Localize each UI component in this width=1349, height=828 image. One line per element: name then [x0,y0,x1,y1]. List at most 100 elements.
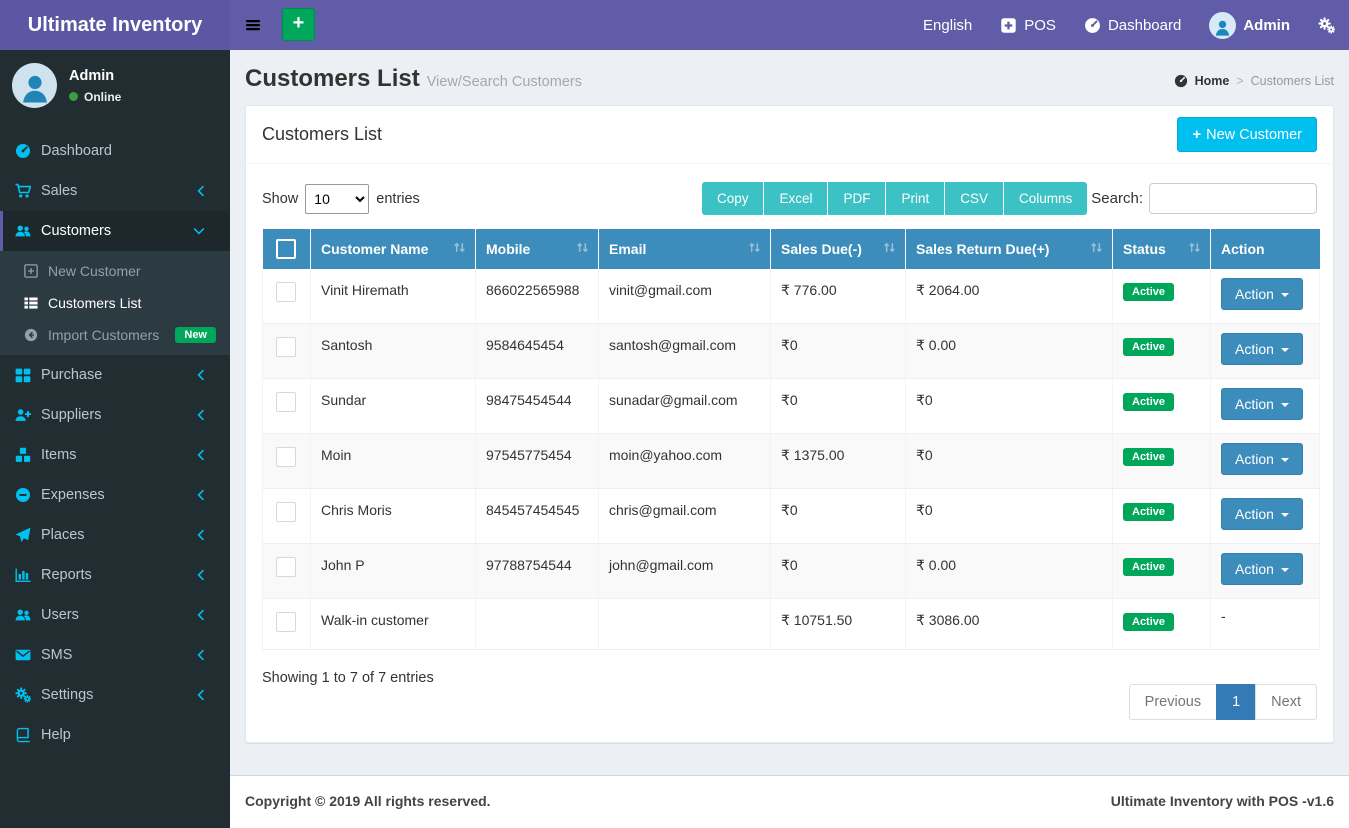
search-input[interactable] [1149,183,1317,214]
cell-customer-name: Sundar [310,378,476,434]
chevron-left-icon [197,649,205,661]
status-badge: Active [1123,393,1175,411]
sidebar-item-dashboard[interactable]: Dashboard [0,131,230,171]
sidebar-item-items[interactable]: Items [0,435,230,475]
action-dropdown-button[interactable]: Action [1221,443,1303,475]
cell-sales-return-due: ₹ 0.00 [905,543,1113,599]
nav-dashboard[interactable]: Dashboard [1070,0,1195,50]
row-checkbox[interactable] [276,392,296,412]
customers-submenu: New Customer Customers List Import Custo… [0,251,230,355]
online-dot-icon [69,92,78,101]
sort-icon [747,240,762,255]
col-mobile[interactable]: Mobile [475,229,599,269]
col-customer-name[interactable]: Customer Name [310,229,476,269]
user-name: Admin [69,67,115,84]
dashboard-gauge-icon [1084,17,1101,34]
chevron-left-icon [197,185,205,197]
select-all-checkbox[interactable] [275,239,296,259]
row-checkbox[interactable] [276,282,296,302]
cell-customer-name: John P [310,543,476,599]
search-label: Search: [1091,190,1143,207]
excel-button[interactable]: Excel [764,182,829,215]
sidebar-item-customers-list[interactable]: Customers List [0,287,230,319]
sidebar-toggle-button[interactable] [230,0,276,50]
avatar [12,63,57,108]
gears-icon [1318,17,1335,34]
table-info: Showing 1 to 7 of 7 entries [262,670,434,686]
row-checkbox[interactable] [276,447,296,467]
cell-sales-due: ₹0 [770,378,906,434]
sidebar-item-expenses[interactable]: Expenses [0,475,230,515]
action-dropdown-button[interactable]: Action [1221,498,1303,530]
sidebar-item-reports[interactable]: Reports [0,555,230,595]
cell-sales-return-due: ₹ 0.00 [905,323,1113,379]
page-subtitle: View/Search Customers [426,74,582,90]
sidebar-item-new-customer[interactable]: New Customer [0,255,230,287]
status-badge: Active [1123,448,1175,466]
col-email[interactable]: Email [598,229,771,269]
action-dropdown-button[interactable]: Action [1221,388,1303,420]
sidebar-item-customers[interactable]: Customers [0,211,230,251]
next-page-button[interactable]: Next [1255,684,1317,720]
sidebar-item-import-customers[interactable]: Import Customers New [0,319,230,351]
sidebar-item-help[interactable]: Help [0,715,230,755]
row-checkbox[interactable] [276,557,296,577]
col-sales-return-due[interactable]: Sales Return Due(+) [905,229,1113,269]
table-header-row: Customer Name Mobile Email Sales Due(-) … [262,229,1320,269]
sidebar-item-suppliers[interactable]: Suppliers [0,395,230,435]
table-row: John P 97788754544 john@gmail.com ₹0 ₹ 0… [262,543,1320,599]
chevron-left-icon [197,449,205,461]
arrow-circle-left-icon [24,328,38,342]
gears-icon [15,687,31,703]
cell-customer-name: Vinit Hiremath [310,269,476,324]
table-row: Santosh 9584645454 santosh@gmail.com ₹0 … [262,323,1320,379]
hamburger-icon [244,17,262,33]
nav-user-menu[interactable]: Admin [1195,0,1304,50]
row-checkbox[interactable] [276,612,296,632]
cell-mobile: 98475454544 [475,378,599,434]
paper-plane-icon [15,527,31,543]
page-length-select[interactable]: 10 [305,183,370,214]
page-1-button[interactable]: 1 [1216,684,1257,720]
plus-square-outline-icon [24,264,38,278]
brand-logo[interactable]: Ultimate Inventory [0,0,230,50]
nav-settings[interactable] [1304,0,1349,50]
sidebar-item-sales[interactable]: Sales [0,171,230,211]
users-icon [15,223,31,239]
sidebar-item-sms[interactable]: SMS [0,635,230,675]
breadcrumb-home[interactable]: Home [1195,74,1230,88]
sort-icon [452,240,467,255]
cell-mobile: 9584645454 [475,323,599,379]
table-row: Moin 97545775454 moin@yahoo.com ₹ 1375.0… [262,433,1320,489]
nav-language[interactable]: English [909,0,986,50]
sidebar-item-users[interactable]: Users [0,595,230,635]
col-sales-due[interactable]: Sales Due(-) [770,229,906,269]
list-icon [24,296,38,310]
cell-sales-due: ₹ 10751.50 [770,598,906,650]
pdf-button[interactable]: PDF [828,182,887,215]
grid-icon [15,367,31,383]
action-dropdown-button[interactable]: Action [1221,333,1303,365]
action-dropdown-button[interactable]: Action [1221,278,1303,310]
previous-page-button[interactable]: Previous [1128,684,1218,720]
quick-add-button[interactable]: + [282,8,315,41]
nav-pos[interactable]: POS [986,0,1070,50]
sidebar-item-places[interactable]: Places [0,515,230,555]
status-badge: Active [1123,283,1175,301]
row-checkbox[interactable] [276,337,296,357]
csv-button[interactable]: CSV [945,182,1005,215]
columns-button[interactable]: Columns [1004,182,1088,215]
print-button[interactable]: Print [886,182,946,215]
action-dropdown-button[interactable]: Action [1221,553,1303,585]
bar-chart-icon [15,567,31,583]
select-all-header[interactable] [262,229,311,269]
cell-sales-due: ₹ 776.00 [770,269,906,324]
cell-sales-due: ₹0 [770,323,906,379]
sidebar-item-settings[interactable]: Settings [0,675,230,715]
new-customer-button[interactable]: + New Customer [1177,117,1317,152]
row-checkbox[interactable] [276,502,296,522]
chevron-left-icon [197,529,205,541]
col-status[interactable]: Status [1112,229,1211,269]
copy-button[interactable]: Copy [701,182,765,215]
sidebar-item-purchase[interactable]: Purchase [0,355,230,395]
